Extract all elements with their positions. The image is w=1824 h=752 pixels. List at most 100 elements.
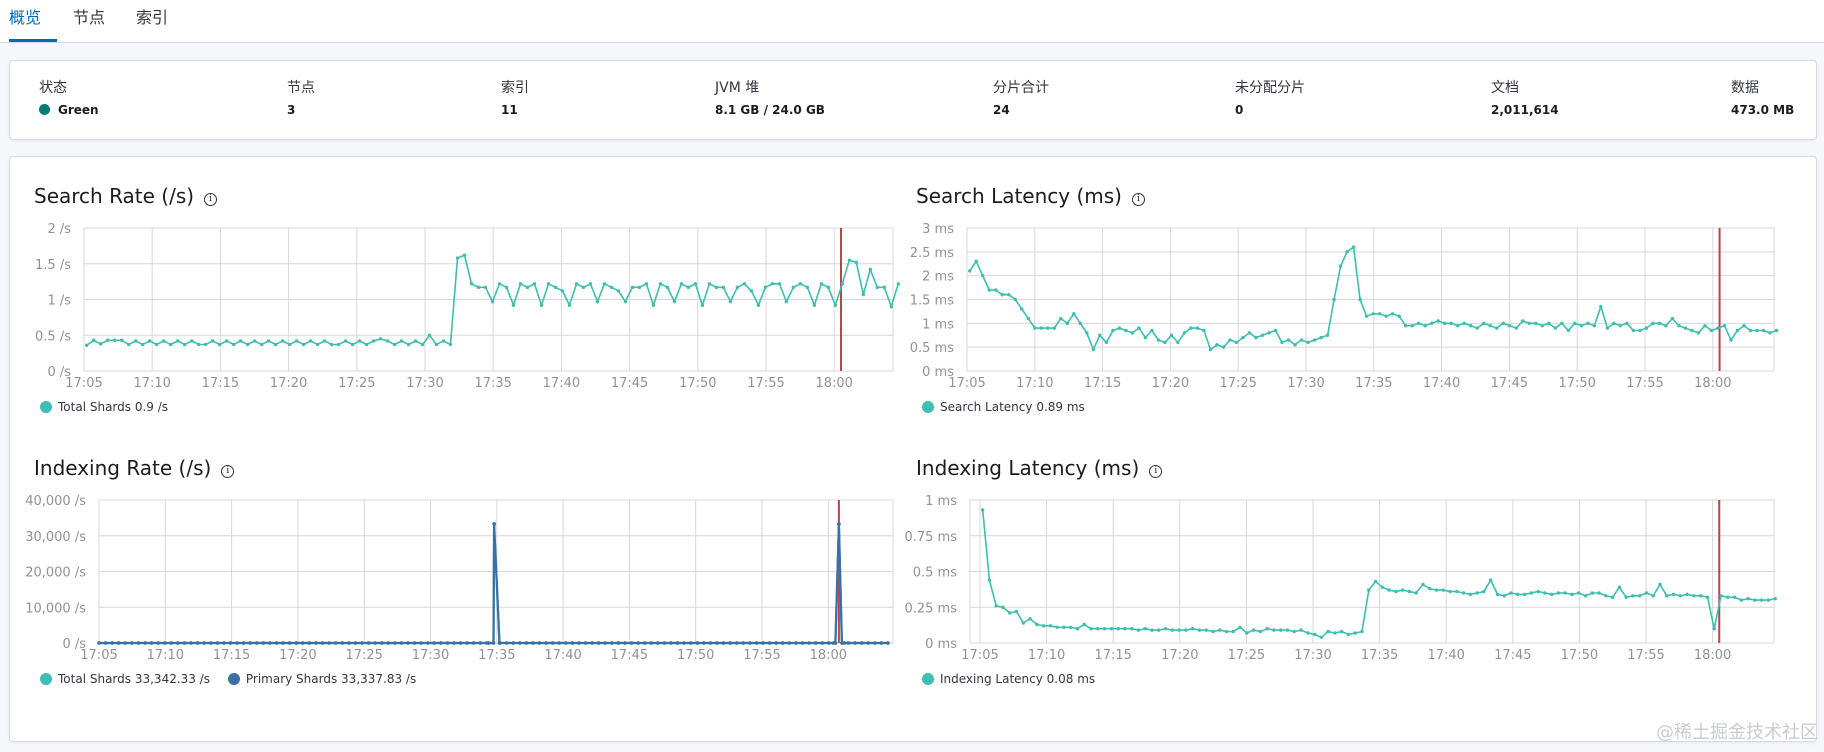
- y-tick-label: 0 ms: [925, 637, 957, 652]
- series-point: [1570, 592, 1574, 597]
- series-point: [1761, 328, 1766, 333]
- legend-item[interactable]: Indexing Latency 0.08 ms: [922, 672, 1095, 686]
- series-point: [1448, 589, 1452, 594]
- x-tick-label: 17:50: [1558, 376, 1595, 391]
- x-tick-label: 17:30: [1294, 648, 1331, 663]
- series-point: [1482, 321, 1486, 326]
- series-point: [1286, 338, 1291, 342]
- chart-title-indexing-rate: Indexing Rate (/s) i: [34, 456, 235, 480]
- series-point: [1712, 627, 1716, 631]
- series-point: [1495, 592, 1500, 597]
- series-point: [1540, 324, 1544, 328]
- series-point: [1020, 307, 1024, 311]
- legend-indexing-latency: Indexing Latency 0.08 ms: [922, 672, 1109, 686]
- series-point: [1753, 598, 1757, 602]
- tab-nodes[interactable]: 节点: [73, 0, 105, 42]
- stat-nodes: 节点 3: [287, 77, 315, 117]
- series-point: [1475, 326, 1479, 330]
- series-point: [1272, 628, 1276, 632]
- series-point: [1143, 627, 1147, 631]
- stat-label: 未分配分片: [1235, 80, 1305, 96]
- series-point: [1293, 343, 1297, 347]
- x-tick-label: 17:10: [1028, 648, 1065, 663]
- x-tick-label: 17:40: [1423, 376, 1460, 391]
- tab-overview[interactable]: 概览: [9, 0, 57, 42]
- legend-item[interactable]: Search Latency 0.89 ms: [922, 400, 1085, 414]
- series-point: [1665, 594, 1669, 598]
- indexing-latency-chart[interactable]: 0 ms 0.25 ms 0.5 ms 0.75 ms 1 ms 17:05 17:10 17…: [0, 480, 1824, 680]
- series-point: [1184, 628, 1188, 632]
- series-point: [1556, 591, 1561, 595]
- series-point: [1371, 312, 1375, 316]
- series-point: [1625, 321, 1629, 326]
- series-point: [1001, 605, 1005, 609]
- series-point: [1353, 631, 1357, 635]
- stat-total-shards: 分片合计 24: [993, 77, 1049, 117]
- series-point: [1312, 338, 1317, 342]
- series-point: [1150, 328, 1154, 333]
- series-point: [1742, 324, 1746, 328]
- series-point: [1735, 328, 1740, 333]
- y-tick-label: 2 ms: [922, 270, 954, 285]
- stat-unassigned-shards: 未分配分片 0: [1235, 77, 1305, 117]
- series-point: [1522, 592, 1527, 597]
- series-point: [981, 273, 985, 278]
- info-icon[interactable]: i: [221, 465, 235, 478]
- series-point: [1234, 340, 1239, 345]
- stat-label: 节点: [287, 80, 315, 96]
- series-point: [1380, 585, 1385, 589]
- series-point: [1755, 328, 1759, 333]
- series-point: [1683, 326, 1688, 330]
- info-icon[interactable]: i: [1149, 465, 1163, 478]
- series-point: [1703, 324, 1707, 328]
- series-point: [1130, 331, 1135, 335]
- series-point: [1267, 331, 1271, 335]
- series-point: [1190, 627, 1195, 631]
- series-point: [1111, 328, 1115, 333]
- series-point: [1136, 628, 1141, 632]
- series-point: [987, 288, 991, 292]
- stat-value: 8.1 GB / 24.0 GB: [715, 103, 825, 117]
- stat-indices: 索引 11: [501, 77, 529, 117]
- x-tick-label: 17:20: [1161, 648, 1198, 663]
- series-point: [1563, 591, 1567, 595]
- status-dot-icon: [39, 104, 50, 115]
- search-latency-chart[interactable]: 0 ms0.5 ms1 ms1.5 ms2 ms2.5 ms3 ms17:05 1…: [0, 200, 1824, 400]
- tab-indices[interactable]: 索引: [136, 0, 168, 42]
- series-point: [1279, 628, 1283, 632]
- series-point: [1566, 328, 1571, 333]
- series-point: [1116, 627, 1120, 631]
- stat-label: JVM 堆: [715, 80, 760, 96]
- series-point: [1658, 582, 1662, 587]
- series-point: [1143, 335, 1148, 340]
- series-point: [1521, 319, 1525, 323]
- chart-title-indexing-latency: Indexing Latency (ms) i: [916, 456, 1163, 480]
- series-point: [980, 508, 985, 512]
- legend-series-value: 0.89 ms: [1036, 400, 1085, 414]
- series-point: [1651, 321, 1655, 326]
- series-point: [1285, 628, 1290, 632]
- series-point: [1390, 312, 1395, 316]
- series-point: [1008, 611, 1012, 615]
- series-point: [1610, 595, 1615, 599]
- series-point: [1746, 596, 1750, 601]
- series-point: [1488, 324, 1492, 328]
- stat-value: 3: [287, 103, 296, 117]
- series-point: [1403, 324, 1408, 328]
- stat-value: 24: [993, 103, 1010, 117]
- legend-item[interactable]: Total Shards 0.9 /s: [40, 400, 168, 414]
- x-tick-label: 17:05: [961, 648, 998, 663]
- series-point: [1280, 340, 1284, 345]
- series-point: [1109, 627, 1114, 631]
- series-point: [1774, 328, 1779, 333]
- chart-title-text: Indexing Latency (ms): [916, 456, 1140, 480]
- series-point: [1039, 326, 1043, 330]
- series-point: [1709, 328, 1714, 333]
- series-point: [1177, 628, 1181, 632]
- series-point: [1189, 326, 1193, 330]
- legend-series-value: 0.9 /s: [134, 400, 169, 414]
- series-point: [1273, 328, 1278, 333]
- series-point: [994, 604, 998, 608]
- x-tick-label: 17:10: [1016, 376, 1053, 391]
- series-point: [1657, 321, 1662, 326]
